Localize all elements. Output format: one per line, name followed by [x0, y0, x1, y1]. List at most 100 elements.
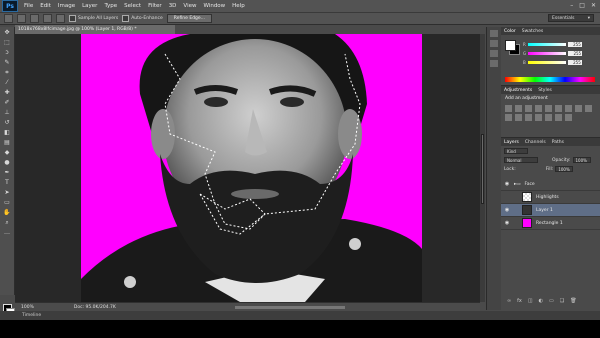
blue-slider[interactable]: B 255	[523, 60, 593, 65]
new-selection-icon[interactable]	[17, 14, 26, 23]
foreground-color-preview[interactable]	[505, 40, 516, 51]
brush-tool-icon[interactable]: ✐	[2, 98, 12, 107]
more-tools-icon[interactable]: …	[2, 228, 12, 237]
vibrance-icon[interactable]	[545, 105, 552, 112]
blue-slider-track[interactable]	[527, 61, 566, 64]
brush-size-icon[interactable]	[56, 14, 65, 23]
vertical-scrollbar[interactable]	[480, 34, 485, 302]
auto-enhance-checkbox[interactable]	[122, 15, 130, 22]
menu-edit[interactable]: Edit	[40, 3, 51, 9]
menu-layer[interactable]: Layer	[82, 3, 97, 9]
type-tool-icon[interactable]: T	[2, 178, 12, 187]
layer-group-face[interactable]: ◉ ▸▭ Face	[501, 178, 600, 191]
maximize-button[interactable]: □	[579, 2, 585, 9]
levels-icon[interactable]	[515, 105, 522, 112]
lasso-tool-icon[interactable]: ↄ	[2, 48, 12, 57]
visibility-eye-icon[interactable]	[504, 194, 510, 200]
add-to-selection-icon[interactable]	[30, 14, 39, 23]
tab-swatches[interactable]: Swatches	[522, 29, 544, 34]
red-slider-track[interactable]	[527, 43, 566, 46]
photo-filter-icon[interactable]	[585, 105, 592, 112]
hue-saturation-icon[interactable]	[555, 105, 562, 112]
layer-layer-1[interactable]: ◉ Layer 1	[501, 204, 600, 217]
new-layer-icon[interactable]: ❏	[560, 298, 564, 304]
healing-brush-icon[interactable]: ✚	[2, 88, 12, 97]
vertical-scrollbar-thumb[interactable]	[481, 134, 484, 204]
auto-enhance-option[interactable]: Auto-Enhance	[122, 15, 163, 22]
close-button[interactable]: ✕	[591, 2, 596, 9]
trash-icon[interactable]: 🗑	[570, 298, 576, 304]
layer-style-icon[interactable]: fx	[517, 298, 522, 304]
character-panel-icon[interactable]	[490, 50, 498, 57]
blue-value[interactable]: 255	[567, 60, 582, 65]
menu-image[interactable]: Image	[58, 3, 75, 9]
adjustment-layer-icon[interactable]: ◐	[539, 298, 543, 304]
invert-icon[interactable]	[525, 114, 532, 121]
document-tab[interactable]: 1018x768x8lfcimage.jpg @ 100% (Layer 1, …	[15, 25, 175, 34]
quick-selection-tool-icon[interactable]: ✎	[2, 58, 12, 67]
gradient-map-icon[interactable]	[555, 114, 562, 121]
history-panel-icon[interactable]	[490, 30, 498, 37]
workspace-select[interactable]: Essentials ▾	[548, 14, 594, 22]
tab-styles[interactable]: Styles	[538, 88, 552, 93]
layer-kind-filter[interactable]: Kind	[504, 148, 528, 154]
menu-filter[interactable]: Filter	[148, 3, 162, 9]
minimize-button[interactable]: –	[570, 2, 573, 9]
shape-tool-icon[interactable]: ▭	[2, 198, 12, 207]
subtract-from-selection-icon[interactable]	[43, 14, 52, 23]
clone-stamp-icon[interactable]: ⊥	[2, 108, 12, 117]
canvas[interactable]	[15, 34, 480, 302]
new-group-icon[interactable]: ▭	[549, 298, 554, 304]
blur-tool-icon[interactable]: ◆	[2, 148, 12, 157]
tab-color[interactable]: Color	[504, 29, 516, 34]
sample-all-layers-option[interactable]: Sample All Layers	[69, 15, 118, 22]
posterize-icon[interactable]	[535, 114, 542, 121]
layer-rectangle-1[interactable]: ◉ Rectangle 1	[501, 217, 600, 230]
curves-icon[interactable]	[525, 105, 532, 112]
threshold-icon[interactable]	[545, 114, 552, 121]
eraser-tool-icon[interactable]: ◧	[2, 128, 12, 137]
move-tool-icon[interactable]: ✥	[2, 28, 12, 37]
properties-panel-icon[interactable]	[490, 40, 498, 47]
crop-tool-icon[interactable]: ⌗	[2, 68, 12, 77]
menu-window[interactable]: Window	[203, 3, 225, 9]
gradient-tool-icon[interactable]: ▤	[2, 138, 12, 147]
tab-adjustments[interactable]: Adjustments	[504, 88, 532, 93]
pen-tool-icon[interactable]: ✒	[2, 168, 12, 177]
layer-mask-icon[interactable]: ◫	[528, 298, 533, 304]
path-selection-icon[interactable]: ➤	[2, 188, 12, 197]
paragraph-panel-icon[interactable]	[490, 60, 498, 67]
channel-mixer-icon[interactable]	[505, 114, 512, 121]
menu-file[interactable]: File	[24, 3, 33, 9]
menu-view[interactable]: View	[183, 3, 196, 9]
marquee-tool-icon[interactable]: ⬚	[2, 38, 12, 47]
layer-highlights[interactable]: Highlights	[501, 191, 600, 204]
menu-select[interactable]: Select	[124, 3, 141, 9]
zoom-tool-icon[interactable]: ⌕	[2, 218, 12, 227]
eyedropper-tool-icon[interactable]: ⁄	[2, 78, 12, 87]
sample-all-layers-checkbox[interactable]	[69, 15, 76, 22]
fill-field[interactable]: 100%	[555, 166, 574, 172]
green-slider-track[interactable]	[528, 52, 567, 55]
history-brush-icon[interactable]: ↺	[2, 118, 12, 127]
refine-edge-button[interactable]: Refine Edge...	[166, 14, 212, 23]
hand-tool-icon[interactable]: ✋	[2, 208, 12, 217]
tab-paths[interactable]: Paths	[552, 140, 564, 145]
quick-selection-tool-icon[interactable]	[4, 14, 13, 23]
horizontal-scrollbar[interactable]	[235, 306, 345, 309]
black-white-icon[interactable]	[575, 105, 582, 112]
link-layers-icon[interactable]: ∞	[507, 298, 511, 304]
exposure-icon[interactable]	[535, 105, 542, 112]
tab-layers[interactable]: Layers	[504, 140, 519, 145]
selective-color-icon[interactable]	[565, 114, 572, 121]
visibility-eye-icon[interactable]: ◉	[504, 181, 510, 187]
opacity-field[interactable]: 100%	[572, 157, 591, 163]
visibility-eye-icon[interactable]: ◉	[504, 220, 510, 226]
red-value[interactable]: 255	[567, 42, 582, 47]
blend-mode-select[interactable]: Normal	[504, 157, 538, 163]
green-value[interactable]: 255	[568, 51, 583, 56]
timeline-label[interactable]: Timeline	[22, 313, 41, 318]
visibility-eye-icon[interactable]: ◉	[504, 207, 510, 213]
color-lookup-icon[interactable]	[515, 114, 522, 121]
green-slider[interactable]: G 255	[523, 51, 593, 56]
